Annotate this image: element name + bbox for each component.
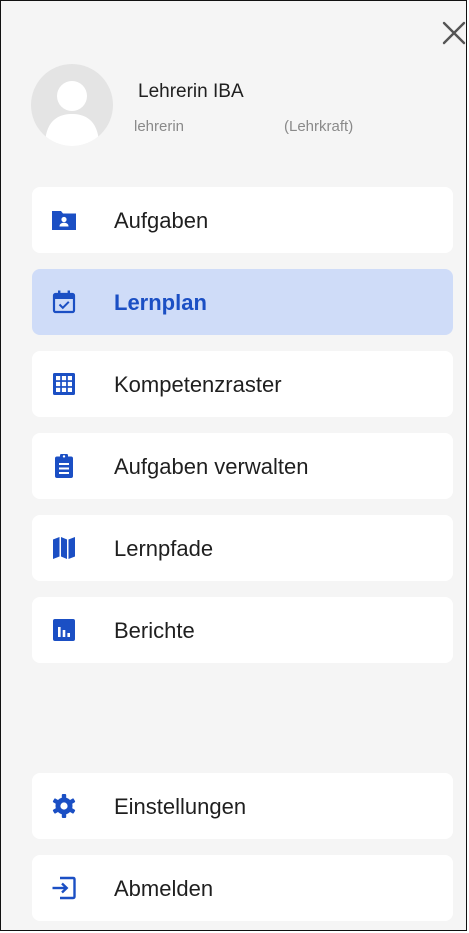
user-silhouette-icon [45, 81, 99, 146]
clipboard-list-icon [55, 454, 73, 478]
nav-label-aufgaben: Aufgaben [114, 208, 209, 233]
nav-item-kompetenzraster[interactable]: Kompetenzraster [32, 351, 453, 417]
avatar [31, 64, 113, 146]
close-icon[interactable] [439, 18, 469, 48]
map-icon [53, 537, 75, 559]
logout-icon [52, 876, 76, 900]
navigation-drawer: Lehrerin IBA lehrerin (Lehrkraft) Aufgab… [0, 0, 467, 931]
nav-item-abmelden[interactable]: Abmelden [32, 855, 453, 921]
nav-label-kompetenzraster: Kompetenzraster [114, 372, 282, 397]
user-name: Lehrerin IBA [138, 81, 244, 102]
nav-item-einstellungen[interactable]: Einstellungen [32, 773, 453, 839]
nav-label-berichte: Berichte [114, 618, 195, 643]
gear-icon [52, 794, 76, 818]
grid-icon [53, 373, 75, 395]
nav-label-lernplan: Lernplan [114, 290, 207, 315]
nav-label-einstellungen: Einstellungen [114, 794, 247, 819]
user-login: lehrerin [134, 118, 185, 135]
calendar-check-icon [52, 290, 76, 314]
nav-item-berichte[interactable]: Berichte [32, 597, 453, 663]
nav-label-aufgaben-verwalten: Aufgaben verwalten [114, 454, 309, 479]
folder-user-icon [52, 211, 76, 230]
nav-label-lernpfade: Lernpfade [114, 536, 214, 561]
nav-label-abmelden: Abmelden [114, 876, 214, 901]
nav-item-aufgaben-verwalten[interactable]: Aufgaben verwalten [32, 433, 453, 499]
nav-item-aufgaben[interactable]: Aufgaben [32, 187, 453, 253]
nav-item-lernplan[interactable]: Lernplan [32, 269, 453, 335]
nav-item-lernpfade[interactable]: Lernpfade [32, 515, 453, 581]
user-role: (Lehrkraft) [284, 118, 354, 135]
bar-chart-icon [53, 619, 75, 641]
